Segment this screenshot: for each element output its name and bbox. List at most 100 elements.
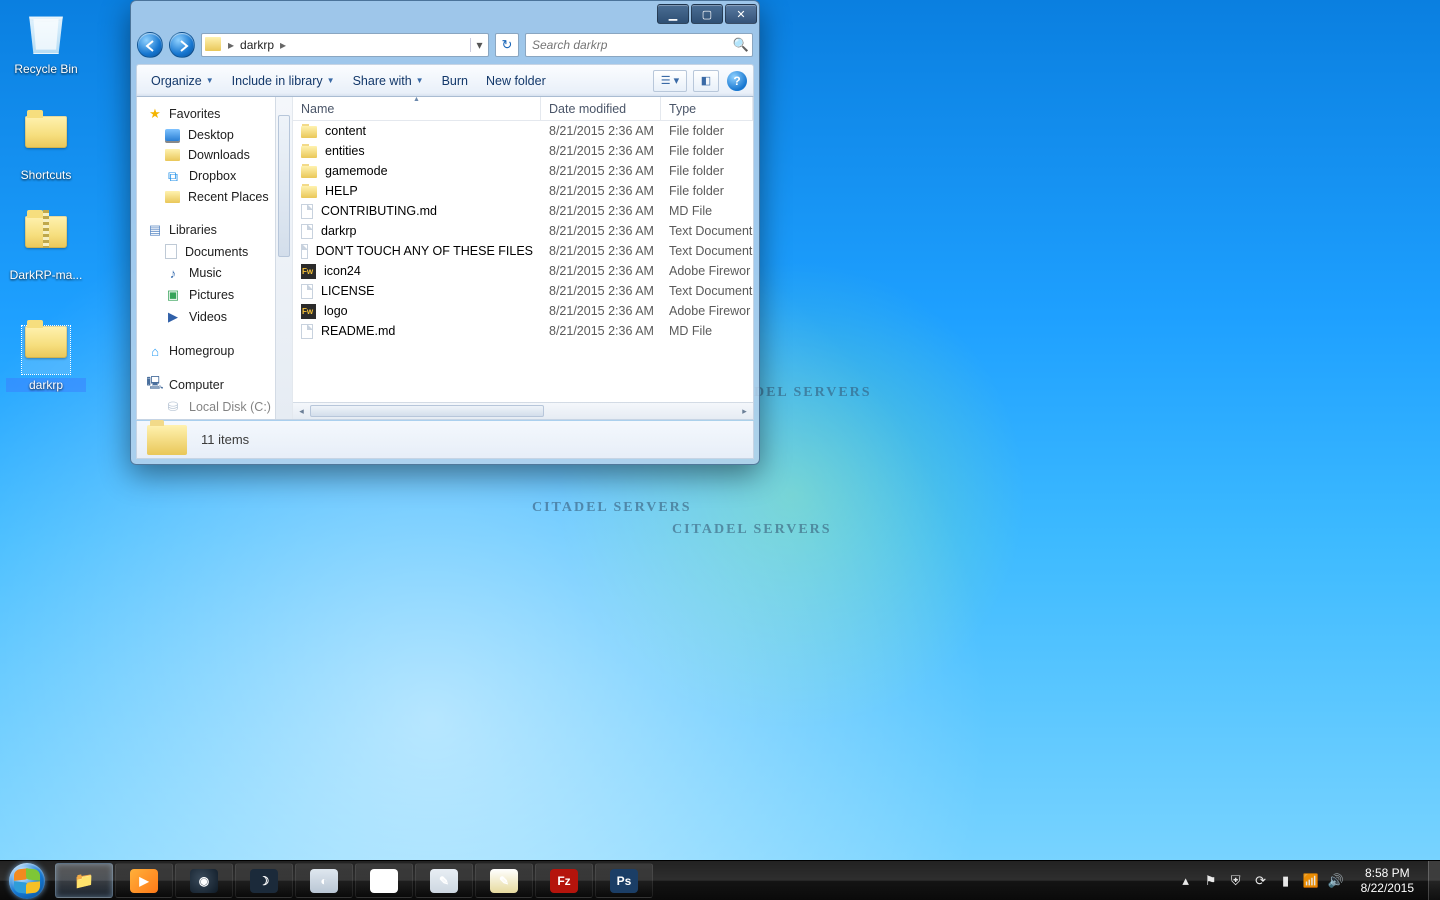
darkrp-folder[interactable]: darkrp	[6, 318, 86, 392]
file-row[interactable]: entities8/21/2015 2:36 AMFile folder	[293, 141, 753, 161]
libraries-header[interactable]: ▤Libraries	[143, 219, 292, 241]
start-button[interactable]	[0, 861, 54, 900]
file-row[interactable]: icon248/21/2015 2:36 AMAdobe Firewor	[293, 261, 753, 281]
network-icon[interactable]: 📶	[1303, 873, 1319, 889]
view-options-button[interactable]: ☰ ▾	[653, 70, 687, 92]
file-type: Text Document	[661, 244, 753, 258]
battery-icon[interactable]: ▮	[1278, 873, 1294, 889]
file-name: entities	[325, 144, 365, 158]
file-row[interactable]: gamemode8/21/2015 2:36 AMFile folder	[293, 161, 753, 181]
file-row[interactable]: content8/21/2015 2:36 AMFile folder	[293, 121, 753, 141]
organize-menu[interactable]: Organize▼	[143, 70, 222, 92]
shield-icon[interactable]: ⛨	[1228, 873, 1244, 889]
teamspeak-icon: ☽	[250, 869, 278, 893]
taskbar-notepad[interactable]: ✎	[415, 863, 473, 898]
desktop-icon	[165, 129, 180, 141]
file-date: 8/21/2015 2:36 AM	[541, 224, 661, 238]
column-date-modified[interactable]: Date modified	[541, 97, 661, 120]
breadcrumb-item[interactable]: darkrp	[240, 38, 278, 52]
file-icon	[301, 324, 313, 339]
sidebar-scrollbar[interactable]	[275, 97, 292, 419]
sidebar-desktop[interactable]: Desktop	[143, 125, 292, 145]
sidebar-documents[interactable]: Documents	[143, 241, 292, 262]
file-row[interactable]: LICENSE8/21/2015 2:36 AMText Document	[293, 281, 753, 301]
refresh-button[interactable]: ↻	[495, 33, 519, 57]
folder-icon	[205, 37, 221, 51]
preview-pane-button[interactable]: ◧	[693, 70, 719, 92]
column-type[interactable]: Type	[661, 97, 753, 120]
taskbar-app-disc[interactable]: ◐	[295, 863, 353, 898]
share-with-menu[interactable]: Share with▼	[345, 70, 432, 92]
file-date: 8/21/2015 2:36 AM	[541, 184, 661, 198]
taskbar-photoshop[interactable]: Ps	[595, 863, 653, 898]
maximize-button[interactable]: ▢	[691, 4, 723, 24]
homegroup-header[interactable]: ⌂Homegroup	[143, 340, 292, 362]
file-row[interactable]: README.md8/21/2015 2:36 AMMD File	[293, 321, 753, 341]
sidebar-local-disk[interactable]: ⛁Local Disk (C:)	[143, 396, 292, 418]
window-titlebar[interactable]: ▁ ▢ ✕	[131, 1, 759, 29]
search-icon[interactable]: 🔍	[730, 37, 752, 53]
address-bar[interactable]: ▸ darkrp ▸ ▾	[201, 33, 489, 57]
sidebar-videos[interactable]: ▶Videos	[143, 306, 292, 328]
sidebar-downloads[interactable]: Downloads	[143, 145, 292, 165]
folder-icon	[165, 149, 180, 161]
favorites-header[interactable]: ★Favorites	[143, 103, 292, 125]
computer-header[interactable]: 🖳Computer	[143, 374, 292, 396]
folder-icon	[301, 126, 317, 138]
show-hidden-icons-button[interactable]: ▴	[1178, 873, 1194, 889]
recycle-bin[interactable]: Recycle Bin	[6, 8, 86, 76]
file-name: icon24	[324, 264, 361, 278]
volume-icon[interactable]: 🔊	[1328, 873, 1344, 889]
scroll-right-icon[interactable]: ▸	[736, 403, 753, 419]
file-row[interactable]: darkrp8/21/2015 2:36 AMText Document	[293, 221, 753, 241]
nav-forward-button[interactable]	[169, 32, 195, 58]
help-button[interactable]: ?	[727, 71, 747, 91]
clock[interactable]: 8:58 PM 8/22/2015	[1353, 862, 1422, 900]
file-row[interactable]: logo8/21/2015 2:36 AMAdobe Firewor	[293, 301, 753, 321]
details-pane: 11 items	[136, 421, 754, 459]
file-name: gamemode	[325, 164, 388, 178]
file-name: README.md	[321, 324, 395, 338]
nav-back-button[interactable]	[137, 32, 163, 58]
taskbar-teamspeak[interactable]: ☽	[235, 863, 293, 898]
disk-icon: ⛁	[165, 399, 181, 415]
file-row[interactable]: CONTRIBUTING.md8/21/2015 2:36 AMMD File	[293, 201, 753, 221]
notepadpp-icon: ✎	[490, 869, 518, 893]
scroll-left-icon[interactable]: ◂	[293, 403, 310, 419]
search-box[interactable]: 🔍	[525, 33, 753, 57]
search-input[interactable]	[526, 38, 730, 52]
taskbar-steam[interactable]: ◉	[175, 863, 233, 898]
flag-icon[interactable]: ⚑	[1203, 873, 1219, 889]
taskbar-wmplayer[interactable]: ▶	[115, 863, 173, 898]
taskbar-keypad[interactable]: ⠿	[355, 863, 413, 898]
taskbar-filezilla[interactable]: Fz	[535, 863, 593, 898]
folder-icon	[301, 186, 317, 198]
horizontal-scrollbar[interactable]: ◂ ▸	[293, 402, 753, 419]
minimize-button[interactable]: ▁	[657, 4, 689, 24]
taskbar-notepadpp[interactable]: ✎	[475, 863, 533, 898]
new-folder-button[interactable]: New folder	[478, 70, 554, 92]
sidebar-pictures[interactable]: ▣Pictures	[143, 284, 292, 306]
chevron-right-icon[interactable]: ▸	[226, 38, 240, 52]
scrollbar-thumb[interactable]	[310, 405, 544, 417]
taskbar-explorer[interactable]: 📁	[55, 863, 113, 898]
darkrp-master-folder[interactable]: DarkRP-ma...	[6, 208, 86, 282]
shortcuts-folder[interactable]: Shortcuts	[6, 108, 86, 182]
file-name: LICENSE	[321, 284, 375, 298]
address-dropdown[interactable]: ▾	[470, 38, 488, 52]
sync-icon[interactable]: ⟳	[1253, 873, 1269, 889]
column-name[interactable]: Name	[293, 97, 541, 120]
close-button[interactable]: ✕	[725, 4, 757, 24]
show-desktop-button[interactable]	[1428, 861, 1440, 900]
file-type: File folder	[661, 144, 753, 158]
burn-button[interactable]: Burn	[434, 70, 476, 92]
sidebar-recent-places[interactable]: Recent Places	[143, 187, 292, 207]
file-row[interactable]: DON'T TOUCH ANY OF THESE FILES8/21/2015 …	[293, 241, 753, 261]
include-in-library-menu[interactable]: Include in library▼	[224, 70, 343, 92]
sidebar-music[interactable]: ♪Music	[143, 262, 292, 284]
file-name: DON'T TOUCH ANY OF THESE FILES	[316, 244, 533, 258]
sidebar-dropbox[interactable]: ⧉Dropbox	[143, 165, 292, 187]
chevron-right-icon[interactable]: ▸	[278, 38, 292, 52]
file-type: Text Document	[661, 224, 753, 238]
file-row[interactable]: HELP8/21/2015 2:36 AMFile folder	[293, 181, 753, 201]
